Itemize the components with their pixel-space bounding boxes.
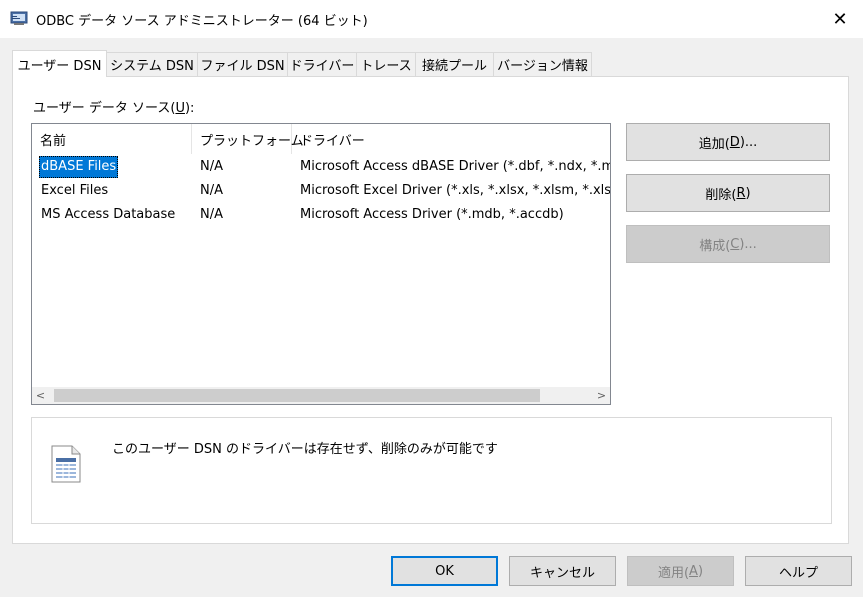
cell-platform: N/A <box>200 183 223 198</box>
tab-about[interactable]: バージョン情報 <box>493 52 592 76</box>
column-header-name[interactable]: 名前 <box>32 124 192 154</box>
info-message: このユーザー DSN のドライバーは存在せず、削除のみが可能です <box>112 442 498 457</box>
add-button[interactable]: 追加(D)... <box>626 123 830 161</box>
tab-tracing[interactable]: トレース <box>356 52 416 76</box>
horizontal-scrollbar[interactable]: < > <box>32 387 610 404</box>
odbc-app-icon <box>10 11 28 25</box>
column-header-driver[interactable]: ドライバー <box>292 124 610 154</box>
cell-platform: N/A <box>200 207 223 222</box>
close-icon: ✕ <box>832 8 848 30</box>
list-item-ms-access-database[interactable]: MS Access Database N/A Microsoft Access … <box>32 204 610 226</box>
window-title: ODBC データ ソース アドミニストレーター (64 ビット) <box>36 14 368 29</box>
scroll-right-arrow-icon[interactable]: > <box>593 387 610 404</box>
title-bar: ODBC データ ソース アドミニストレーター (64 ビット) ✕ <box>0 0 863 38</box>
close-button[interactable]: ✕ <box>817 0 863 38</box>
list-header: 名前 プラットフォーム ドライバー <box>32 124 610 154</box>
data-source-info-icon <box>51 445 81 483</box>
tab-drivers[interactable]: ドライバー <box>287 52 357 76</box>
cell-name: MS Access Database <box>41 207 176 222</box>
cell-platform: N/A <box>200 159 223 174</box>
data-source-list[interactable]: 名前 プラットフォーム ドライバー dBASE Files N/A Micros… <box>31 123 611 405</box>
tab-user-dsn[interactable]: ユーザー DSN <box>12 50 107 77</box>
tab-panel-user-dsn: ユーザー データ ソース(U): 名前 プラットフォーム ドライバー dBASE… <box>12 76 849 544</box>
cell-name: dBASE Files <box>39 156 119 178</box>
scroll-thumb[interactable] <box>54 389 540 402</box>
ok-button[interactable]: OK <box>391 556 498 586</box>
info-box: このユーザー DSN のドライバーは存在せず、削除のみが可能です <box>31 417 832 524</box>
cell-driver: Microsoft Excel Driver (*.xls, *.xlsx, *… <box>300 183 611 198</box>
remove-button[interactable]: 削除(R) <box>626 174 830 212</box>
list-item-excel-files[interactable]: Excel Files N/A Microsoft Excel Driver (… <box>32 180 610 202</box>
tab-system-dsn[interactable]: システム DSN <box>106 52 198 76</box>
user-data-sources-label: ユーザー データ ソース(U): <box>33 101 195 116</box>
tab-connection-pooling[interactable]: 接続プール <box>415 52 494 76</box>
cell-name: Excel Files <box>41 183 109 198</box>
list-item-dbase-files[interactable]: dBASE Files N/A Microsoft Access dBASE D… <box>32 156 610 178</box>
tab-file-dsn[interactable]: ファイル DSN <box>197 52 288 76</box>
help-button[interactable]: ヘルプ <box>745 556 852 586</box>
cancel-button[interactable]: キャンセル <box>509 556 616 586</box>
column-header-platform[interactable]: プラットフォーム <box>192 124 304 154</box>
configure-button[interactable]: 構成(C)... <box>626 225 830 263</box>
cell-driver: Microsoft Access Driver (*.mdb, *.accdb) <box>300 207 564 222</box>
cell-driver: Microsoft Access dBASE Driver (*.dbf, *.… <box>300 159 611 174</box>
scroll-left-arrow-icon[interactable]: < <box>32 387 49 404</box>
apply-button[interactable]: 適用(A) <box>627 556 734 586</box>
